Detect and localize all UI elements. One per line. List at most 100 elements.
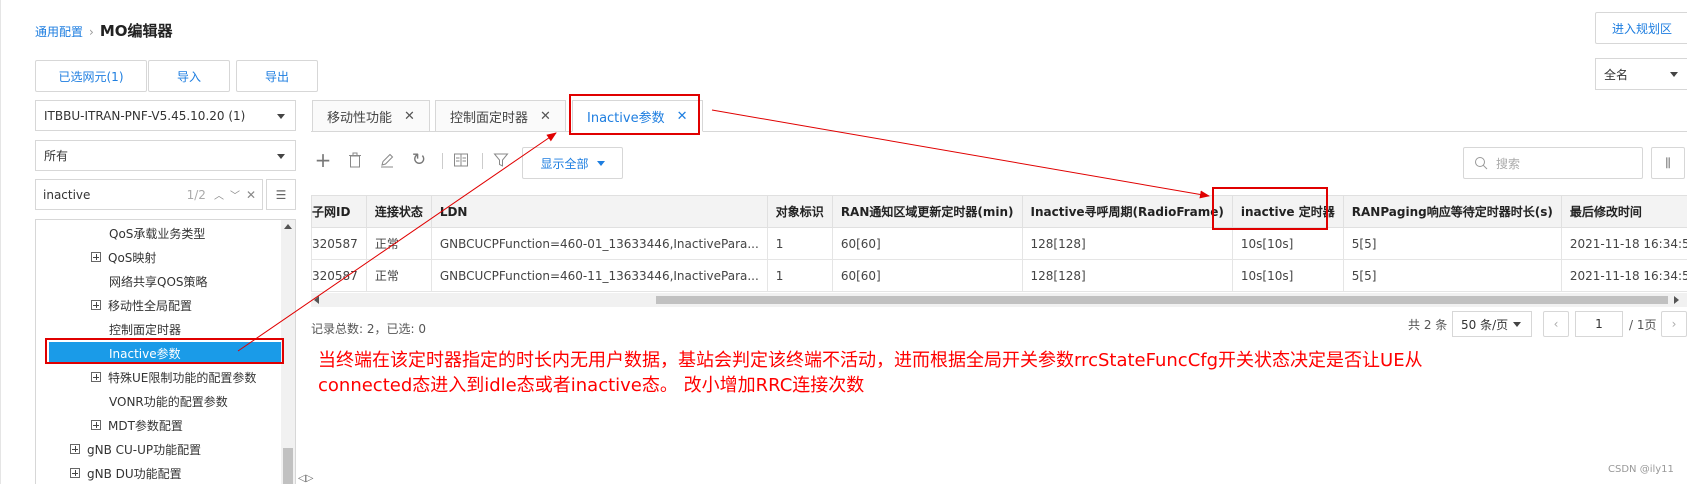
column-settings-icon[interactable]: ⫼ — [1651, 147, 1685, 179]
table-cell: 正常 — [365, 227, 432, 260]
tree-item[interactable]: MDT参数配置 — [91, 414, 183, 436]
name-select[interactable]: 全名 — [1595, 58, 1687, 90]
column-header[interactable]: 对象标识 — [766, 195, 833, 228]
show-all-dropdown[interactable]: 显示全部 — [522, 147, 623, 179]
chevron-down-icon — [277, 113, 285, 119]
list-toggle-icon[interactable]: ☰ — [266, 179, 296, 210]
table-cell: 5[5] — [1342, 259, 1562, 292]
expand-icon[interactable] — [91, 372, 101, 382]
tree-search-value: inactive — [43, 187, 91, 202]
name-select-value: 全名 — [1604, 67, 1629, 82]
breadcrumb: 通用配置 › MO编辑器 — [35, 20, 173, 41]
table-cell: 60[60] — [831, 227, 1023, 260]
table-cell: 60[60] — [831, 259, 1023, 292]
column-header[interactable]: Inactive寻呼周期(RadioFrame) — [1021, 195, 1233, 228]
refresh-icon[interactable]: ↻ — [409, 150, 429, 170]
expand-icon[interactable] — [70, 468, 80, 478]
tab-control-plane-timer[interactable]: 控制面定时器 ✕ — [435, 100, 566, 132]
record-summary: 记录总数: 2，已选: 0 — [311, 322, 426, 336]
tree-item[interactable]: VONR功能的配置参数 — [109, 390, 228, 412]
tree-item[interactable]: QoS映射 — [91, 246, 156, 268]
version-select[interactable]: ITBBU-ITRAN-PNF-V5.45.10.20 (1) — [35, 100, 296, 131]
filter-select[interactable]: 所有 — [35, 140, 296, 171]
mo-table: 子网ID 连接状态 LDN 对象标识 RAN通知区域更新定时器(min) Ina… — [311, 195, 1687, 292]
clear-icon[interactable]: ✕ — [246, 188, 256, 202]
close-icon[interactable]: ✕ — [404, 109, 415, 124]
expand-icon[interactable] — [70, 444, 80, 454]
scroll-left-icon[interactable] — [314, 296, 319, 304]
annotation-text: 当终端在该定时器指定的时长内无用户数据，基站会判定该终端不活动，进而根据全局开关… — [318, 348, 1568, 398]
tree-item[interactable]: 网络共享QOS策略 — [109, 270, 208, 292]
expand-icon[interactable] — [91, 252, 101, 262]
table-cell: 128[128] — [1021, 259, 1233, 292]
toolbar-divider — [482, 153, 483, 169]
column-header[interactable]: RANPaging响应等待定时器时长(s) — [1342, 195, 1562, 228]
import-button[interactable]: 导入 — [148, 60, 230, 92]
table-cell: 128[128] — [1021, 227, 1233, 260]
scroll-right-icon[interactable] — [1674, 296, 1679, 304]
selected-ne-button[interactable]: 已选网元(1) — [35, 60, 147, 92]
table-cell: 1 — [766, 259, 833, 292]
scroll-up-icon[interactable] — [284, 224, 292, 229]
tree-item[interactable]: QoS承载业务类型 — [109, 222, 205, 244]
tree-item-label: VONR功能的配置参数 — [109, 394, 228, 409]
column-header[interactable]: 最后修改时间 — [1560, 195, 1687, 228]
table-cell: GNBCUCPFunction=460-11_13633446,Inactive… — [430, 259, 768, 292]
tree-item[interactable]: 特殊UE限制功能的配置参数 — [91, 366, 256, 388]
expand-icon[interactable] — [91, 300, 101, 310]
expand-icon[interactable] — [91, 420, 101, 430]
next-page-button[interactable]: › — [1661, 311, 1687, 337]
column-header[interactable]: LDN — [430, 195, 768, 228]
tree-item-label: MDT参数配置 — [108, 418, 183, 433]
toolbar-divider — [442, 153, 443, 169]
splitter-handle-icon[interactable]: ◁▷ — [298, 473, 313, 484]
search-icon — [1475, 157, 1488, 170]
tree-item[interactable]: gNB CU-UP功能配置 — [70, 438, 201, 460]
tree-item[interactable]: gNB DU功能配置 — [70, 462, 182, 484]
export-button[interactable]: 导出 — [236, 60, 318, 92]
tab-mobility[interactable]: 移动性功能 ✕ — [312, 100, 430, 132]
chevron-up-icon[interactable]: ︿ — [214, 187, 224, 202]
edit-icon[interactable] — [377, 150, 397, 170]
page-size-select[interactable]: 50 条/页 — [1452, 311, 1532, 337]
column-header[interactable]: RAN通知区域更新定时器(min) — [831, 195, 1023, 228]
column-header[interactable]: 连接状态 — [365, 195, 432, 228]
caret-down-icon — [596, 160, 605, 166]
search-placeholder: 搜索 — [1496, 156, 1521, 171]
annotation-line-1: 当终端在该定时器指定的时长内无用户数据，基站会判定该终端不活动，进而根据全局开关… — [318, 350, 1423, 371]
column-header[interactable]: 子网ID — [311, 195, 367, 228]
page-title: MO编辑器 — [99, 22, 173, 40]
table-cell: GNBCUCPFunction=460-01_13633446,Inactive… — [430, 227, 768, 260]
tree-item[interactable]: 控制面定时器 — [109, 318, 181, 340]
tree-item-label: 网络共享QOS策略 — [109, 274, 208, 289]
tree-item[interactable]: 移动性全局配置 — [91, 294, 192, 316]
filter-icon[interactable] — [491, 150, 511, 170]
tab-highlight-box — [569, 94, 700, 135]
show-all-label: 显示全部 — [540, 156, 589, 171]
columns-icon[interactable] — [451, 150, 471, 170]
enter-planning-button[interactable]: 进入规划区 — [1595, 12, 1687, 44]
chevron-down-icon — [277, 153, 285, 159]
table-row[interactable]: 320587 正常 GNBCUCPFunction=460-01_1363344… — [311, 227, 1687, 260]
page-size-value: 50 条/页 — [1461, 317, 1509, 332]
tree-search-input[interactable]: inactive 1/2 ︿ ﹀ ✕ — [35, 179, 263, 210]
annotation-line-2: connected态进入到idle态或者inactive态。 改小增加RRC连接… — [318, 375, 865, 396]
tree-item-label: gNB DU功能配置 — [87, 466, 182, 481]
tree-item-label: gNB CU-UP功能配置 — [87, 442, 202, 457]
table-horizontal-scrollbar[interactable] — [311, 293, 1687, 307]
table-row[interactable]: 320587 正常 GNBCUCPFunction=460-11_1363344… — [311, 259, 1687, 292]
chevron-down-icon[interactable]: ﹀ — [230, 187, 240, 202]
table-search-input[interactable]: 搜索 — [1463, 147, 1643, 179]
add-icon[interactable]: + — [313, 148, 333, 172]
table-cell: 10s[10s] — [1231, 227, 1344, 260]
delete-icon[interactable] — [345, 150, 365, 170]
scrollbar-thumb[interactable] — [656, 296, 1668, 304]
scrollbar-thumb[interactable] — [283, 448, 293, 484]
close-icon[interactable]: ✕ — [540, 109, 551, 124]
page-number-input[interactable]: 1 — [1575, 311, 1623, 337]
prev-page-button[interactable]: ‹ — [1543, 311, 1569, 337]
table-cell: 2021-11-18 16:34:51 — [1560, 259, 1687, 292]
breadcrumb-parent-link[interactable]: 通用配置 — [35, 23, 83, 40]
chevron-down-icon — [1670, 72, 1678, 77]
table-cell: 5[5] — [1342, 227, 1562, 260]
